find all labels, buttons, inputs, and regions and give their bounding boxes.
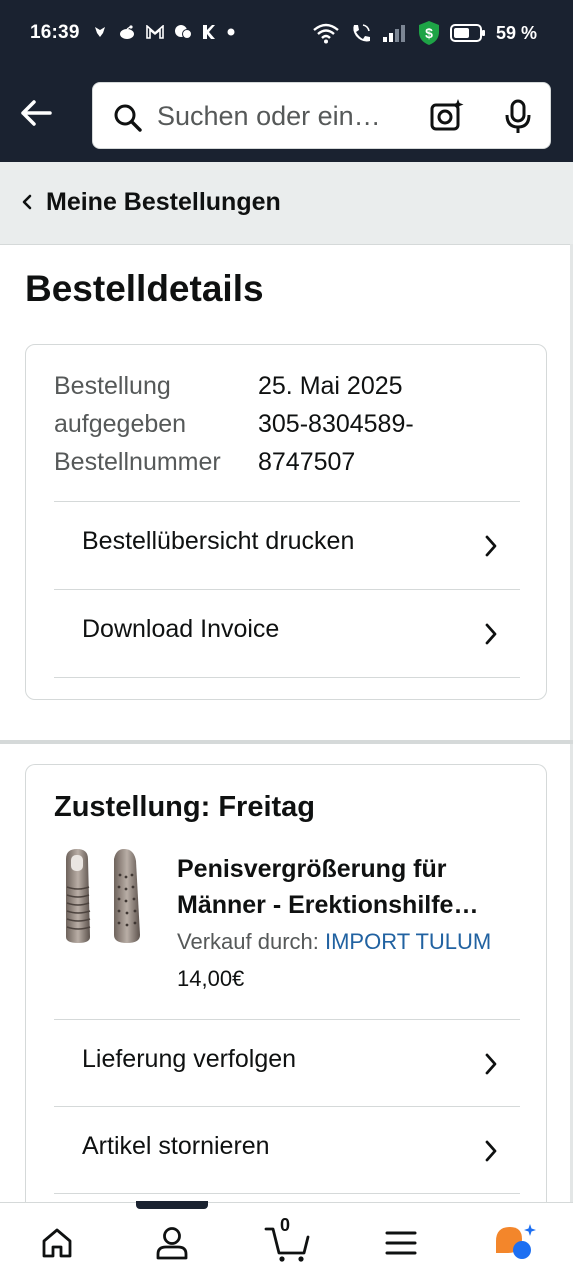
order-date-label-cont: aufgegeben	[54, 410, 187, 438]
product-title-link[interactable]: Penisvergrößerung für Männer - Erektions…	[177, 851, 527, 923]
arrow-left-icon	[21, 100, 52, 126]
order-date-value: 25. Mai 2025	[258, 372, 403, 400]
order-info-card: Bestellung aufgegeben Bestellnummer 25. …	[25, 344, 547, 700]
order-number-label: Bestellnummer	[54, 448, 221, 476]
gmail-icon	[146, 25, 164, 39]
reddit-icon	[120, 25, 134, 39]
section-divider	[0, 740, 573, 744]
cart-count: 0	[280, 1215, 291, 1235]
row-divider	[54, 1193, 520, 1194]
cancel-item-row[interactable]: Artikel stornieren	[54, 1106, 520, 1195]
back-button[interactable]	[16, 92, 58, 134]
chat-icon	[175, 25, 192, 39]
nav-rufus-ai[interactable]	[490, 1221, 540, 1265]
download-invoice-row[interactable]: Download Invoice	[54, 589, 520, 678]
k-app-icon	[203, 25, 215, 39]
search-header	[0, 70, 573, 162]
chevron-right-icon	[485, 1140, 497, 1162]
cancel-item-label: Artikel stornieren	[82, 1132, 270, 1160]
home-icon	[42, 1228, 72, 1258]
notification-icons	[92, 24, 236, 40]
order-number-value: 305-8304589-	[258, 410, 414, 438]
breadcrumb-label: Meine Bestellungen	[46, 188, 281, 216]
delivery-title: Zustellung: Freitag	[54, 791, 315, 823]
rufus-ai-icon	[496, 1224, 536, 1259]
sold-by-label: Verkauf durch:	[177, 929, 325, 954]
status-right: $ 59 %	[312, 20, 537, 46]
search-input[interactable]	[157, 83, 417, 150]
search-box[interactable]	[92, 82, 551, 150]
status-bar: 16:39 $ 59 %	[0, 0, 573, 70]
print-order-summary-label: Bestellübersicht drucken	[82, 527, 355, 555]
signal-icon	[382, 25, 405, 42]
order-number-value-cont: 8747507	[258, 448, 356, 476]
track-delivery-label: Lieferung verfolgen	[82, 1045, 297, 1073]
seller-link[interactable]: IMPORT TULUM	[325, 929, 491, 954]
battery-percent: 59 %	[495, 22, 537, 43]
nav-home[interactable]	[32, 1221, 82, 1265]
chevron-right-icon	[485, 535, 497, 557]
nav-menu[interactable]	[376, 1221, 426, 1265]
page-title: Bestelldetails	[25, 268, 264, 309]
breadcrumb[interactable]: Meine Bestellungen	[0, 162, 573, 245]
microphone-icon[interactable]	[503, 99, 533, 135]
menu-icon	[385, 1231, 417, 1255]
product-image[interactable]	[60, 847, 146, 947]
delivery-card: Zustellung: Freitag Penisvergrößerung fü…	[25, 764, 547, 1224]
battery-icon	[449, 24, 485, 42]
product-price: 14,00€	[177, 966, 245, 991]
bottom-navigation: 0	[0, 1201, 573, 1281]
dot-icon	[227, 28, 235, 36]
app-notification-icon	[95, 27, 105, 37]
order-date-label: Bestellung	[54, 372, 171, 400]
security-shield-icon: $	[418, 21, 439, 45]
print-order-summary-row[interactable]: Bestellübersicht drucken	[54, 501, 520, 590]
search-icon	[114, 104, 142, 132]
track-delivery-row[interactable]: Lieferung verfolgen	[54, 1019, 520, 1108]
nav-account[interactable]	[147, 1221, 197, 1265]
account-icon	[156, 1227, 188, 1260]
svg-text:$: $	[425, 25, 433, 41]
active-tab-indicator	[136, 1201, 208, 1209]
sold-by: Verkauf durch: IMPORT TULUM	[177, 929, 491, 955]
order-info-values: 25. Mai 2025 305-8304589- 8747507	[258, 367, 414, 481]
row-divider	[54, 677, 520, 678]
status-time: 16:39	[30, 22, 80, 43]
camera-lens-icon[interactable]	[429, 98, 465, 134]
chevron-right-icon	[485, 1053, 497, 1075]
chevron-left-icon	[22, 194, 32, 210]
wifi-icon	[313, 23, 339, 44]
download-invoice-label: Download Invoice	[82, 615, 280, 643]
chevron-right-icon	[485, 623, 497, 645]
order-info-labels: Bestellung aufgegeben Bestellnummer	[54, 367, 221, 481]
nav-cart[interactable]: 0	[260, 1215, 316, 1265]
wifi-call-icon	[353, 24, 370, 42]
